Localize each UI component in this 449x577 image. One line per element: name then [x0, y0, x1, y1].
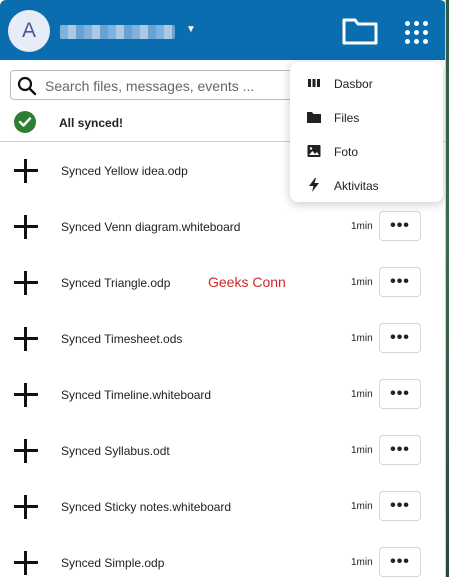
search-input[interactable]: [45, 76, 295, 96]
timestamp: 1min: [351, 445, 373, 456]
folder-icon: [342, 18, 378, 45]
list-item[interactable]: Synced Sticky notes.whiteboard 1min •••: [0, 479, 445, 535]
apps-grid-icon: [405, 21, 428, 44]
plus-icon: [14, 327, 38, 351]
header-bar: A ▼: [0, 0, 445, 60]
timestamp: 1min: [351, 221, 373, 232]
activity-list: Synced Yellow idea.odp Synced Venn diagr…: [0, 143, 445, 577]
file-name: Synced Timesheet.ods: [61, 332, 183, 346]
list-item[interactable]: Synced Venn diagram.whiteboard 1min •••: [0, 199, 445, 255]
list-item[interactable]: Synced Simple.odp 1min •••: [0, 535, 445, 577]
file-name: Synced Timeline.whiteboard: [61, 388, 212, 402]
more-options-button[interactable]: •••: [379, 491, 421, 521]
more-options-button[interactable]: •••: [379, 323, 421, 353]
more-options-button[interactable]: •••: [379, 267, 421, 297]
search-icon: [17, 76, 37, 96]
sync-status-text: All synced!: [59, 116, 124, 130]
plus-icon: [14, 271, 38, 295]
file-name: Synced Venn diagram.whiteboard: [61, 220, 241, 234]
timestamp: 1min: [351, 389, 373, 400]
account-name-redacted[interactable]: [60, 25, 175, 39]
file-name: Synced Simple.odp: [61, 556, 165, 570]
menu-item-label: Foto: [334, 145, 359, 159]
dashboard-icon: [308, 79, 320, 87]
list-item[interactable]: Synced Syllabus.odt 1min •••: [0, 423, 445, 479]
file-name: Synced Triangle.odp: [61, 276, 171, 290]
image-icon: [307, 145, 321, 157]
sync-client-window: A ▼ All synced!: [0, 0, 446, 577]
plus-icon: [14, 439, 38, 463]
more-options-button[interactable]: •••: [379, 435, 421, 465]
open-folder-button[interactable]: [340, 14, 380, 48]
plus-icon: [14, 495, 38, 519]
check-circle-icon: [14, 111, 36, 133]
timestamp: 1min: [351, 277, 373, 288]
plus-icon: [14, 383, 38, 407]
apps-menu-button[interactable]: [398, 14, 434, 50]
apps-dropdown-menu: Dasbor Files Foto Aktivitas: [290, 62, 443, 202]
timestamp: 1min: [351, 557, 373, 568]
list-item[interactable]: Synced Timeline.whiteboard 1min •••: [0, 367, 445, 423]
more-options-button[interactable]: •••: [379, 547, 421, 577]
file-name: Synced Yellow idea.odp: [61, 164, 188, 178]
menu-item-foto[interactable]: Foto: [290, 134, 443, 168]
list-item[interactable]: Synced Timesheet.ods 1min •••: [0, 311, 445, 367]
plus-icon: [14, 215, 38, 239]
plus-icon: [14, 159, 38, 183]
menu-item-files[interactable]: Files: [290, 100, 443, 134]
file-name: Synced Sticky notes.whiteboard: [61, 500, 232, 514]
folder-icon: [307, 112, 321, 123]
more-options-button[interactable]: •••: [379, 211, 421, 241]
menu-item-label: Files: [334, 111, 360, 125]
menu-item-label: Aktivitas: [334, 179, 379, 193]
avatar[interactable]: A: [8, 10, 50, 52]
more-options-button[interactable]: •••: [379, 379, 421, 409]
menu-item-aktivitas[interactable]: Aktivitas: [290, 168, 443, 202]
timestamp: 1min: [351, 333, 373, 344]
lightning-icon: [309, 178, 319, 192]
plus-icon: [14, 551, 38, 575]
menu-item-dasbor[interactable]: Dasbor: [290, 66, 443, 100]
search-box[interactable]: [10, 70, 300, 100]
watermark-text: Geeks Conn: [208, 274, 286, 290]
timestamp: 1min: [351, 501, 373, 512]
file-name: Synced Syllabus.odt: [61, 444, 170, 458]
menu-item-label: Dasbor: [334, 77, 373, 91]
chevron-down-icon[interactable]: ▼: [186, 24, 196, 35]
